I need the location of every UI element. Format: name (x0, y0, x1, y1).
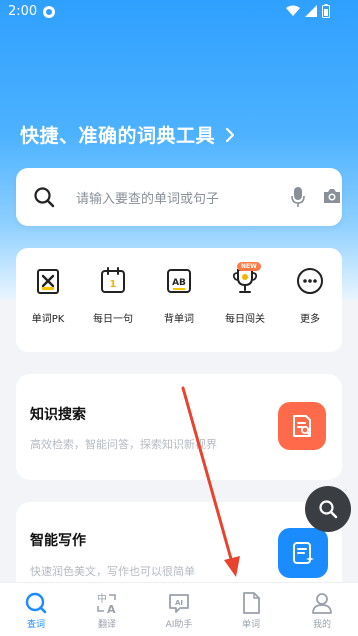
chevron-right-icon (225, 127, 235, 142)
tool-daily-challenge[interactable]: 每日闯关 (215, 266, 275, 325)
ai-writing-icon (278, 528, 328, 578)
tool-daily-sentence[interactable]: 1 每日一句 (83, 266, 143, 325)
search-placeholder: 请输入要查的单词或句子 (76, 192, 220, 207)
ai-assistant-icon: AI (169, 594, 189, 613)
hero-tagline-link[interactable]: 快捷、准确的词典工具 (20, 121, 235, 148)
search-icon (34, 187, 55, 208)
card-subtitle: 快速润色美文，写作也可以很简单 (30, 565, 195, 578)
card-title: 知识搜索 (30, 407, 86, 423)
profile-icon (312, 593, 332, 614)
search-icon (319, 500, 338, 519)
tab-ai-assistant[interactable]: AI AI助手 (149, 591, 209, 630)
quick-tools-card: 单词PK 1 每日一句 AB 背单词 每日闯关 更多 (16, 248, 342, 352)
search-box[interactable]: 请输入要查的单词或句子 (16, 168, 342, 226)
tab-label: 我的 (312, 620, 331, 630)
status-bar: 2:00 (0, 0, 358, 24)
tab-label: 查词 (26, 620, 45, 630)
notification-icon (43, 6, 55, 18)
new-badge: NEW (237, 262, 261, 271)
floating-search-button[interactable] (305, 486, 351, 532)
tab-label: 单词 (241, 620, 260, 630)
svg-text:AI: AI (175, 599, 183, 607)
tab-words[interactable]: 单词 (221, 591, 281, 630)
wifi-icon (286, 5, 300, 16)
tab-label: 翻译 (97, 620, 116, 630)
tool-more[interactable]: 更多 (280, 266, 340, 325)
tab-label: AI助手 (165, 620, 193, 630)
card-title: 智能写作 (30, 533, 86, 549)
knowledge-search-card[interactable]: 知识搜索 高效检索，智能问答，探索知识新视界 (16, 374, 342, 480)
tool-label: 背单词 (164, 314, 194, 325)
tool-label: 单词PK (31, 314, 65, 325)
camera-icon[interactable] (322, 186, 342, 206)
svg-text:A: A (107, 603, 116, 615)
knowledge-search-icon (278, 402, 326, 450)
signal-icon (305, 5, 317, 17)
card-subtitle: 高效检索，智能问答，探索知识新视界 (30, 438, 217, 451)
ab-card-icon: AB (167, 269, 191, 293)
microphone-icon[interactable] (290, 186, 306, 208)
tab-lookup[interactable]: 查词 (6, 591, 66, 630)
status-time: 2:00 (8, 4, 38, 19)
svg-text:1: 1 (110, 279, 117, 290)
tool-label: 更多 (300, 314, 320, 325)
word-pk-icon (37, 269, 59, 294)
battery-icon (322, 4, 330, 18)
hero-tagline: 快捷、准确的词典工具 (20, 125, 216, 147)
bottom-tab-bar: 查词 中 A 翻译 AI AI助手 单词 我的 (0, 582, 358, 636)
svg-text:中: 中 (97, 592, 107, 605)
svg-text:AB: AB (172, 278, 186, 288)
wordbook-icon (243, 592, 260, 614)
tab-profile[interactable]: 我的 (292, 591, 352, 630)
translate-icon: 中 A (97, 592, 116, 615)
tool-label: 每日一句 (93, 314, 133, 325)
tool-memorize-words[interactable]: AB 背单词 (149, 266, 209, 325)
tab-translate[interactable]: 中 A 翻译 (77, 591, 137, 630)
tool-word-pk[interactable]: 单词PK (18, 266, 78, 325)
search-icon (25, 592, 47, 614)
tool-label: 每日闯关 (225, 314, 265, 325)
calendar-icon: 1 (101, 267, 125, 293)
more-icon (297, 268, 323, 294)
